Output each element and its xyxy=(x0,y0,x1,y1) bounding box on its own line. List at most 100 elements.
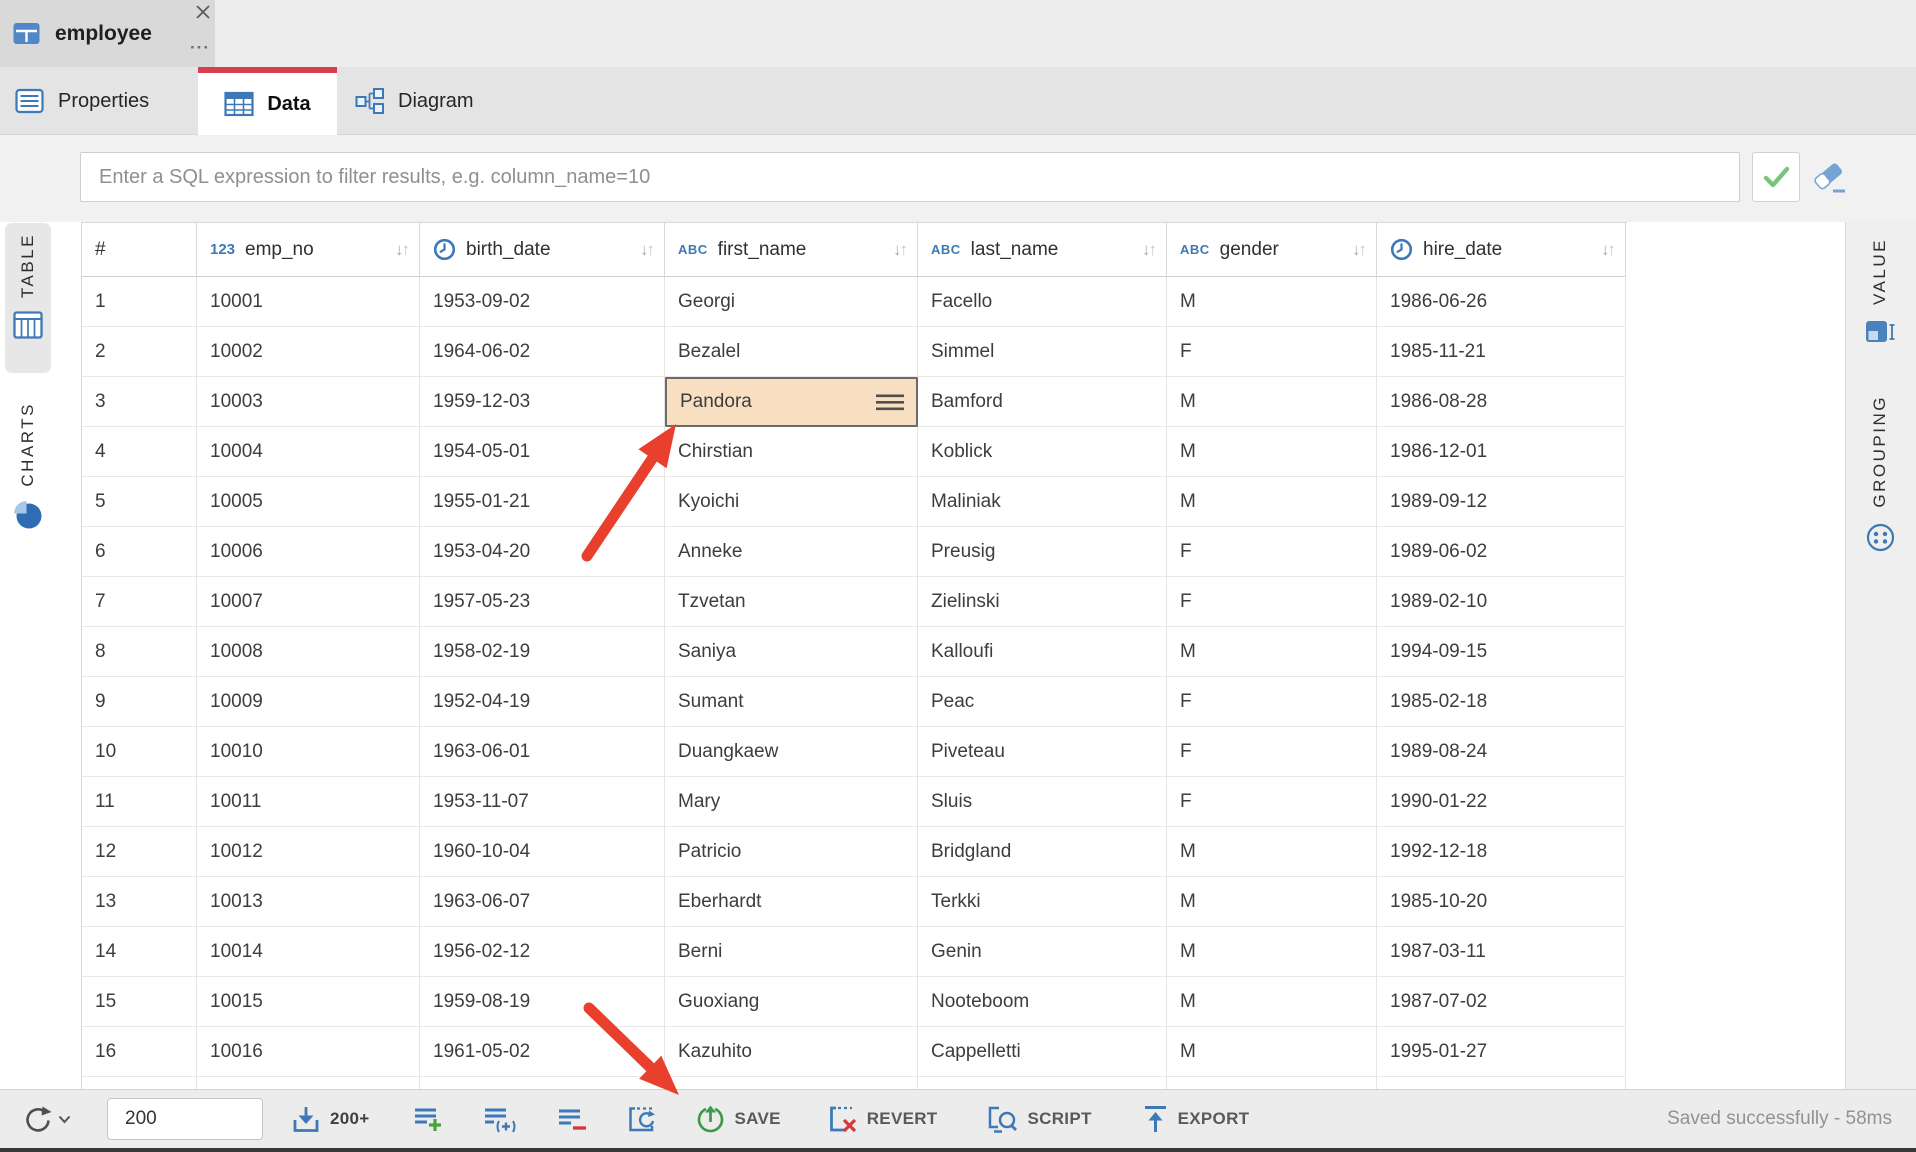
script-button[interactable]: SCRIPT xyxy=(986,1104,1092,1135)
row-number-cell[interactable]: 14 xyxy=(82,927,197,977)
table-cell[interactable]: Bamford xyxy=(918,377,1167,427)
row-number-cell[interactable]: 9 xyxy=(82,677,197,727)
table-cell[interactable]: 1952-04-19 xyxy=(420,677,665,727)
table-cell[interactable]: 10011 xyxy=(197,777,420,827)
table-cell[interactable]: Sumant xyxy=(665,677,918,727)
table-cell[interactable]: 10013 xyxy=(197,877,420,927)
table-cell[interactable]: M xyxy=(1167,627,1377,677)
right-rail-tab-grouping[interactable]: GROUPING xyxy=(1857,385,1903,587)
table-cell[interactable]: Sluis xyxy=(918,777,1167,827)
table-cell[interactable]: 10010 xyxy=(197,727,420,777)
table-cell[interactable]: 1957-05-23 xyxy=(420,577,665,627)
table-cell[interactable]: 10003 xyxy=(197,377,420,427)
column-header-last_name[interactable]: ABClast_name↓↑ xyxy=(918,223,1167,277)
row-number-cell[interactable]: 10 xyxy=(82,727,197,777)
table-cell[interactable]: 1987-07-02 xyxy=(1377,977,1626,1027)
row-number-cell[interactable]: 15 xyxy=(82,977,197,1027)
column-header-first_name[interactable]: ABCfirst_name↓↑ xyxy=(665,223,918,277)
row-number-cell[interactable]: 16 xyxy=(82,1027,197,1077)
table-cell[interactable]: Kazuhito xyxy=(665,1027,918,1077)
revert-button[interactable]: REVERT xyxy=(827,1104,938,1135)
table-cell[interactable]: 10009 xyxy=(197,677,420,727)
table-cell[interactable]: Cappelletti xyxy=(918,1027,1167,1077)
sort-icon[interactable]: ↓↑ xyxy=(1352,240,1367,260)
table-cell[interactable] xyxy=(918,1077,1167,1089)
table-cell[interactable]: 1985-02-18 xyxy=(1377,677,1626,727)
table-cell[interactable] xyxy=(420,1077,665,1089)
table-cell[interactable]: 1964-06-02 xyxy=(420,327,665,377)
table-cell[interactable]: 10016 xyxy=(197,1027,420,1077)
table-cell[interactable]: M xyxy=(1167,877,1377,927)
table-cell[interactable]: Peac xyxy=(918,677,1167,727)
tab-properties[interactable]: Properties xyxy=(0,67,198,135)
table-cell[interactable]: Preusig xyxy=(918,527,1167,577)
table-cell[interactable] xyxy=(82,1077,197,1089)
table-cell[interactable]: Saniya xyxy=(665,627,918,677)
table-cell[interactable]: Kalloufi xyxy=(918,627,1167,677)
selected-cell[interactable]: Pandora xyxy=(665,377,918,427)
table-cell[interactable]: Kyoichi xyxy=(665,477,918,527)
table-cell[interactable] xyxy=(1377,1077,1626,1089)
tab-overflow-icon[interactable]: ··· xyxy=(190,38,210,58)
column-header-emp_no[interactable]: 123emp_no↓↑ xyxy=(197,223,420,277)
sort-icon[interactable]: ↓↑ xyxy=(1142,240,1157,260)
table-cell[interactable]: Guoxiang xyxy=(665,977,918,1027)
table-cell[interactable]: F xyxy=(1167,577,1377,627)
table-cell[interactable]: M xyxy=(1167,977,1377,1027)
hamburger-menu-icon[interactable] xyxy=(876,394,904,411)
refresh-cell-button[interactable] xyxy=(627,1105,657,1134)
table-cell[interactable]: 1963-06-01 xyxy=(420,727,665,777)
table-cell[interactable]: Facello xyxy=(918,277,1167,327)
table-cell[interactable]: 1953-09-02 xyxy=(420,277,665,327)
export-button[interactable]: EXPORT xyxy=(1142,1104,1250,1134)
table-cell[interactable]: 1953-04-20 xyxy=(420,527,665,577)
table-cell[interactable]: 1995-01-27 xyxy=(1377,1027,1626,1077)
apply-filter-button[interactable] xyxy=(1752,152,1800,202)
table-cell[interactable]: Terkki xyxy=(918,877,1167,927)
column-header-rownum[interactable]: # xyxy=(82,223,197,277)
table-cell[interactable]: Mary xyxy=(665,777,918,827)
table-cell[interactable]: F xyxy=(1167,777,1377,827)
table-cell[interactable]: 1956-02-12 xyxy=(420,927,665,977)
table-cell[interactable]: 1989-06-02 xyxy=(1377,527,1626,577)
add-row-button[interactable] xyxy=(414,1106,444,1133)
left-rail-tab-table[interactable]: TABLE xyxy=(5,223,51,373)
table-cell[interactable]: M xyxy=(1167,427,1377,477)
table-cell[interactable]: 1986-06-26 xyxy=(1377,277,1626,327)
table-cell[interactable]: Maliniak xyxy=(918,477,1167,527)
table-cell[interactable]: 1989-02-10 xyxy=(1377,577,1626,627)
row-number-cell[interactable]: 8 xyxy=(82,627,197,677)
table-cell[interactable]: F xyxy=(1167,327,1377,377)
fetch-more-button[interactable]: 200+ xyxy=(291,1105,370,1134)
table-cell[interactable]: 1986-08-28 xyxy=(1377,377,1626,427)
table-cell[interactable]: 1990-01-22 xyxy=(1377,777,1626,827)
table-cell[interactable]: M xyxy=(1167,477,1377,527)
delete-row-button[interactable] xyxy=(558,1107,587,1132)
clear-filter-button[interactable] xyxy=(1810,157,1850,197)
sort-icon[interactable]: ↓↑ xyxy=(640,240,655,260)
table-cell[interactable]: 10005 xyxy=(197,477,420,527)
table-cell[interactable]: Simmel xyxy=(918,327,1167,377)
table-cell[interactable]: Anneke xyxy=(665,527,918,577)
table-cell[interactable]: Bridgland xyxy=(918,827,1167,877)
table-cell[interactable]: M xyxy=(1167,377,1377,427)
table-cell[interactable] xyxy=(665,1077,918,1089)
table-cell[interactable]: Eberhardt xyxy=(665,877,918,927)
table-cell[interactable]: Georgi xyxy=(665,277,918,327)
table-cell[interactable]: Bezalel xyxy=(665,327,918,377)
table-cell[interactable]: Chirstian xyxy=(665,427,918,477)
close-icon[interactable] xyxy=(192,1,214,23)
table-cell[interactable]: Berni xyxy=(665,927,918,977)
table-cell[interactable]: 1953-11-07 xyxy=(420,777,665,827)
table-cell[interactable]: Genin xyxy=(918,927,1167,977)
column-header-gender[interactable]: ABCgender↓↑ xyxy=(1167,223,1377,277)
fetch-size-input[interactable] xyxy=(107,1098,263,1140)
duplicate-row-button[interactable] xyxy=(484,1106,518,1133)
sort-icon[interactable]: ↓↑ xyxy=(893,240,908,260)
table-cell[interactable]: F xyxy=(1167,677,1377,727)
table-cell[interactable]: 1958-02-19 xyxy=(420,627,665,677)
table-cell[interactable]: 1959-08-19 xyxy=(420,977,665,1027)
table-cell[interactable]: 1989-09-12 xyxy=(1377,477,1626,527)
table-cell[interactable]: 10008 xyxy=(197,627,420,677)
table-cell[interactable]: 1986-12-01 xyxy=(1377,427,1626,477)
